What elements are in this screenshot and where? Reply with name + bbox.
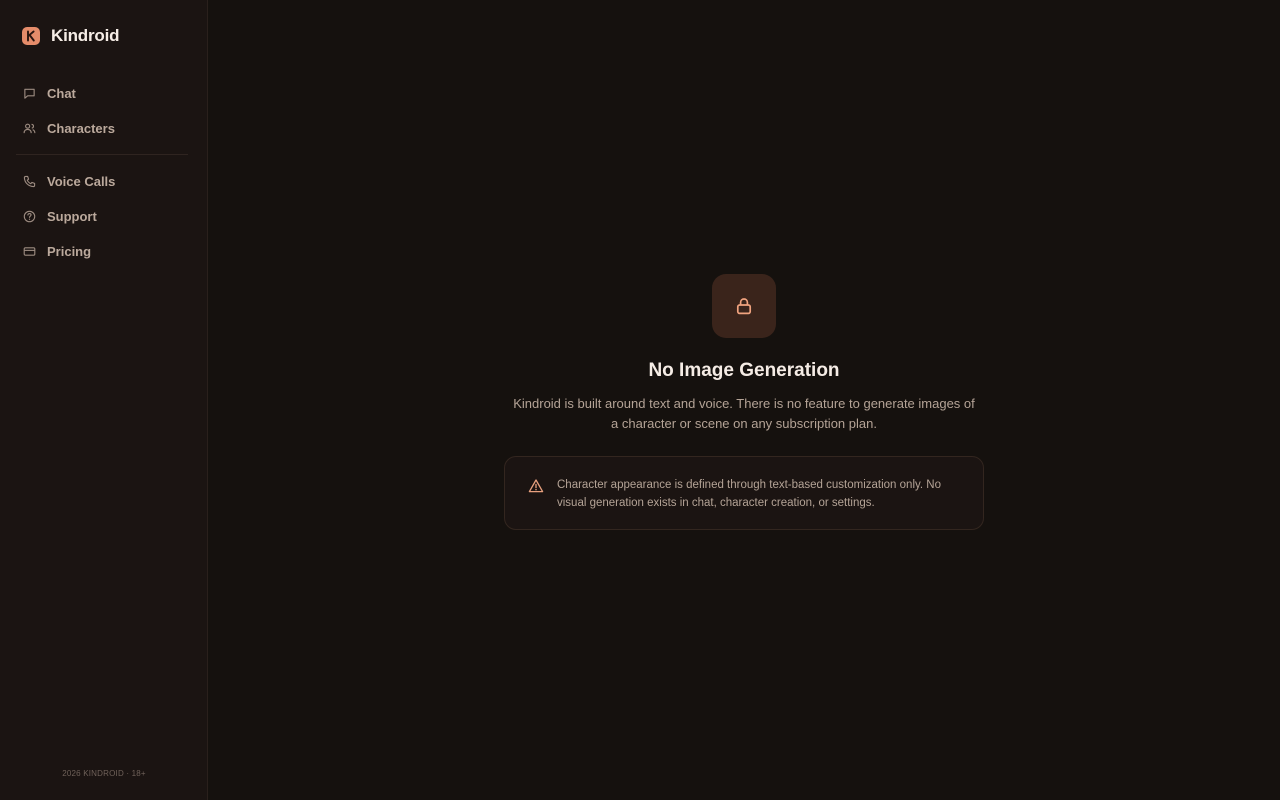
sidebar-item-label: Support — [47, 209, 97, 224]
credit-card-icon — [23, 247, 36, 256]
empty-state: No Image Generation Kindroid is built ar… — [504, 274, 984, 530]
notice-text: Character appearance is defined through … — [557, 479, 941, 509]
sidebar-item-pricing[interactable]: Pricing — [16, 234, 188, 269]
kindroid-logo-icon — [22, 27, 40, 45]
sidebar-item-label: Pricing — [47, 244, 92, 259]
brand[interactable]: Kindroid — [22, 26, 119, 46]
page-title: No Image Generation — [648, 360, 840, 381]
sidebar-item-characters[interactable]: Characters — [16, 111, 188, 146]
sidebar-nav: Chat Characters Voice Calls Support Pric… — [16, 76, 188, 269]
chat-bubble-icon — [24, 88, 35, 99]
users-icon — [23, 123, 36, 134]
main-content: No Image Generation Kindroid is built ar… — [208, 0, 1280, 800]
lock-tile — [712, 274, 776, 338]
app-root: Kindroid Chat Characters Voice Calls Sup… — [0, 0, 1280, 800]
sidebar-item-support[interactable]: Support — [16, 199, 188, 234]
sidebar-item-label: Characters — [47, 121, 115, 136]
nav-divider — [16, 154, 188, 155]
sidebar-item-chat[interactable]: Chat — [16, 76, 188, 111]
sidebar-item-label: Chat — [47, 86, 76, 101]
brand-name: Kindroid — [51, 26, 120, 45]
sidebar-item-label: Voice Calls — [47, 174, 116, 189]
logo-k-glyph — [27, 30, 35, 42]
page-description: Kindroid is built around text and voice.… — [513, 396, 975, 431]
help-circle-icon — [23, 210, 36, 223]
sidebar-item-voice-calls[interactable]: Voice Calls — [16, 164, 188, 199]
phone-icon — [23, 175, 36, 188]
warning-triangle-icon — [528, 479, 544, 493]
notice-box: Character appearance is defined through … — [504, 456, 984, 530]
sidebar: Kindroid Chat Characters Voice Calls Sup… — [0, 0, 208, 800]
sidebar-footer: 2026 KINDROID · 18+ — [62, 769, 146, 778]
lock-icon — [736, 298, 752, 315]
